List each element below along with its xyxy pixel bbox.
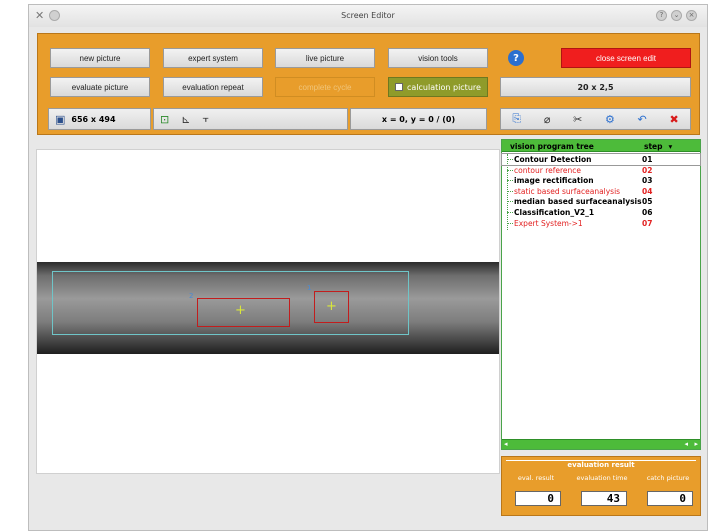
camera-icon[interactable]: ▣ <box>55 113 65 126</box>
calculation-picture-toggle[interactable]: calculation picture <box>388 77 488 97</box>
help-window-icon[interactable]: ? <box>656 10 667 21</box>
close-window-icon[interactable]: × <box>686 10 697 21</box>
tree-row[interactable]: image rectification 03 <box>502 175 700 186</box>
tree-row[interactable]: Classification_V2_1 06 <box>502 207 700 218</box>
tree-row-step: 07 <box>642 218 653 228</box>
roi-2-center-marker: + <box>235 303 246 318</box>
tree-branch <box>507 159 513 160</box>
roi-2-label: 2 <box>189 292 194 300</box>
tree-header: vision program tree step ▾ <box>502 140 700 152</box>
screen-editor-window: ✕ Screen Editor ? ⌄ × new picture expert… <box>28 4 708 531</box>
complete-cycle-button[interactable]: complete cycle <box>275 77 375 97</box>
tree-row[interactable]: Expert System->1 07 <box>502 218 700 229</box>
tree-row-name: contour reference <box>514 165 582 175</box>
tree-branch <box>507 201 513 203</box>
tree-row[interactable]: Contour Detection 01 <box>501 153 701 166</box>
angle-tool-icon[interactable]: ⊾ <box>181 113 190 126</box>
catch-picture-label: catch picture <box>646 474 690 482</box>
tree-row-step: 04 <box>642 186 653 196</box>
close-screen-edit-button[interactable]: close screen edit <box>561 48 691 68</box>
tree-branch <box>507 211 513 213</box>
scroll-left-icon[interactable]: ◂ <box>504 440 508 448</box>
tree-row[interactable]: static based surfaceanalysis 04 <box>502 186 700 197</box>
tree-row-name: median based surfaceanalysis <box>514 197 642 207</box>
scale-display: 20 x 2,5 <box>500 77 691 97</box>
image-view[interactable]: 2 1 + + <box>36 149 500 474</box>
scroll-left-icon-2[interactable]: ◂ <box>684 440 688 448</box>
eval-time-value: 43 <box>581 491 627 506</box>
live-picture-button[interactable]: live picture <box>275 48 375 68</box>
scissors-icon[interactable]: ✂ <box>573 113 582 126</box>
tree-row[interactable]: contour reference 02 <box>502 165 700 176</box>
tree-row-step: 06 <box>642 207 653 217</box>
new-picture-button[interactable]: new picture <box>50 48 150 68</box>
tree-rows: Contour Detection 01 contour reference 02 im… <box>501 152 701 229</box>
tree-branch <box>507 190 513 192</box>
coordinate-display: x = 0, y = 0 / (0) <box>350 108 487 130</box>
open-file-icon[interactable]: ⎘ <box>512 112 521 126</box>
help-icon[interactable]: ? <box>508 50 524 66</box>
tree-branch <box>507 222 513 224</box>
tree-branch <box>507 180 513 182</box>
toolbar-panel: new picture expert system live picture v… <box>37 33 700 135</box>
tree-row-step: 01 <box>642 155 653 164</box>
delete-icon[interactable]: ✖ <box>669 113 678 126</box>
measure-tool-icon[interactable]: ⫟ <box>202 112 209 126</box>
scroll-right-icon[interactable]: ▸ <box>694 440 698 448</box>
tree-row-name: Classification_V2_1 <box>514 207 595 217</box>
eval-time-label: evaluation time <box>576 474 628 482</box>
action-icons: ⎘ ⌀ ✂ ⚙ ↶ ✖ <box>500 108 691 130</box>
tree-branch <box>507 169 513 171</box>
tree-row-step: 02 <box>642 165 653 175</box>
vision-tools-button[interactable]: vision tools <box>388 48 488 68</box>
settings-icon[interactable]: ⚙ <box>605 113 615 126</box>
tree-row-step: 03 <box>642 176 653 186</box>
resolution-display: ▣ 656 x 494 <box>48 108 151 130</box>
calculation-picture-checkbox[interactable] <box>395 83 403 91</box>
roi-1-center-marker: + <box>326 299 337 314</box>
window-title: Screen Editor <box>341 11 395 20</box>
eval-result-value: 0 <box>515 491 561 506</box>
roi-select-icon[interactable]: ⊡ <box>160 113 169 126</box>
roi-1-label: 1 <box>307 284 312 292</box>
paperclip-icon[interactable]: ⌀ <box>544 113 551 126</box>
eval-result-label: eval. result <box>517 474 555 482</box>
evaluation-repeat-button[interactable]: evaluation repeat <box>163 77 263 97</box>
evaluation-title: evaluation result <box>506 460 696 470</box>
tree-row-name: Expert System->1 <box>514 218 583 228</box>
calculation-picture-label: calculation picture <box>407 82 481 92</box>
tree-row-name: image rectification <box>514 176 594 186</box>
minimize-icon[interactable]: ⌄ <box>671 10 682 21</box>
title-bar: ✕ Screen Editor ? ⌄ × <box>29 5 707 27</box>
vision-program-tree[interactable]: vision program tree step ▾ Contour Detec… <box>501 139 701 450</box>
sort-arrow-icon[interactable]: ▾ <box>663 140 673 151</box>
expert-system-button[interactable]: expert system <box>163 48 263 68</box>
tree-row-step: 05 <box>642 197 653 207</box>
tree-col-step[interactable]: step <box>636 140 663 151</box>
tree-row-name: Contour Detection <box>514 155 592 164</box>
tree-row[interactable]: median based surfaceanalysis 05 <box>502 196 700 207</box>
tree-row-name: static based surfaceanalysis <box>514 186 621 196</box>
drawing-tools: ⊡ ⊾ ⫟ <box>153 108 348 130</box>
undo-icon[interactable]: ↶ <box>638 113 647 126</box>
catch-picture-value: 0 <box>647 491 693 506</box>
resolution-value: 656 x 494 <box>71 114 116 124</box>
evaluation-result-panel: evaluation result eval. result evaluatio… <box>501 456 701 516</box>
evaluate-picture-button[interactable]: evaluate picture <box>50 77 150 97</box>
tree-horizontal-scrollbar[interactable]: ◂ ◂ ▸ <box>502 439 700 449</box>
tree-col-name[interactable]: vision program tree <box>502 140 636 151</box>
